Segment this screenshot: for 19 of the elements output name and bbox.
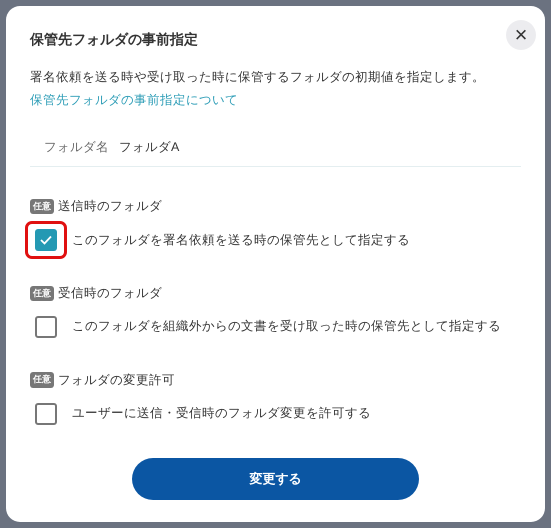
optional-badge: 任意 [30,198,54,214]
checkbox-label: このフォルダを署名依頼を送る時の保管先として指定する [72,232,410,249]
section-title: フォルダの変更許可 [58,372,175,389]
dialog-title: 保管先フォルダの事前指定 [30,30,198,48]
optional-badge: 任意 [30,372,54,388]
folder-label: フォルダ名 [44,138,109,156]
checkbox[interactable] [35,229,57,251]
section-title: 送信時のフォルダ [58,198,162,216]
description-text: 署名依頼を送る時や受け取った時に保管するフォルダの初期値を指定します。 [30,69,486,86]
checkbox-label: ユーザーに送信・受信時のフォルダ変更を許可する [72,405,371,422]
submit-button[interactable]: 変更する [132,458,419,500]
section-title: 受信時のフォルダ [58,285,162,302]
optional-badge: 任意 [30,286,54,302]
check-icon [40,235,52,245]
checkbox[interactable] [35,402,57,424]
folder-name: フォルダA [119,138,180,156]
checkbox-label: このフォルダを組織外からの文書を受け取った時の保管先として指定する [72,318,501,336]
checkbox[interactable] [35,316,57,338]
close-button[interactable]: × [506,20,536,50]
